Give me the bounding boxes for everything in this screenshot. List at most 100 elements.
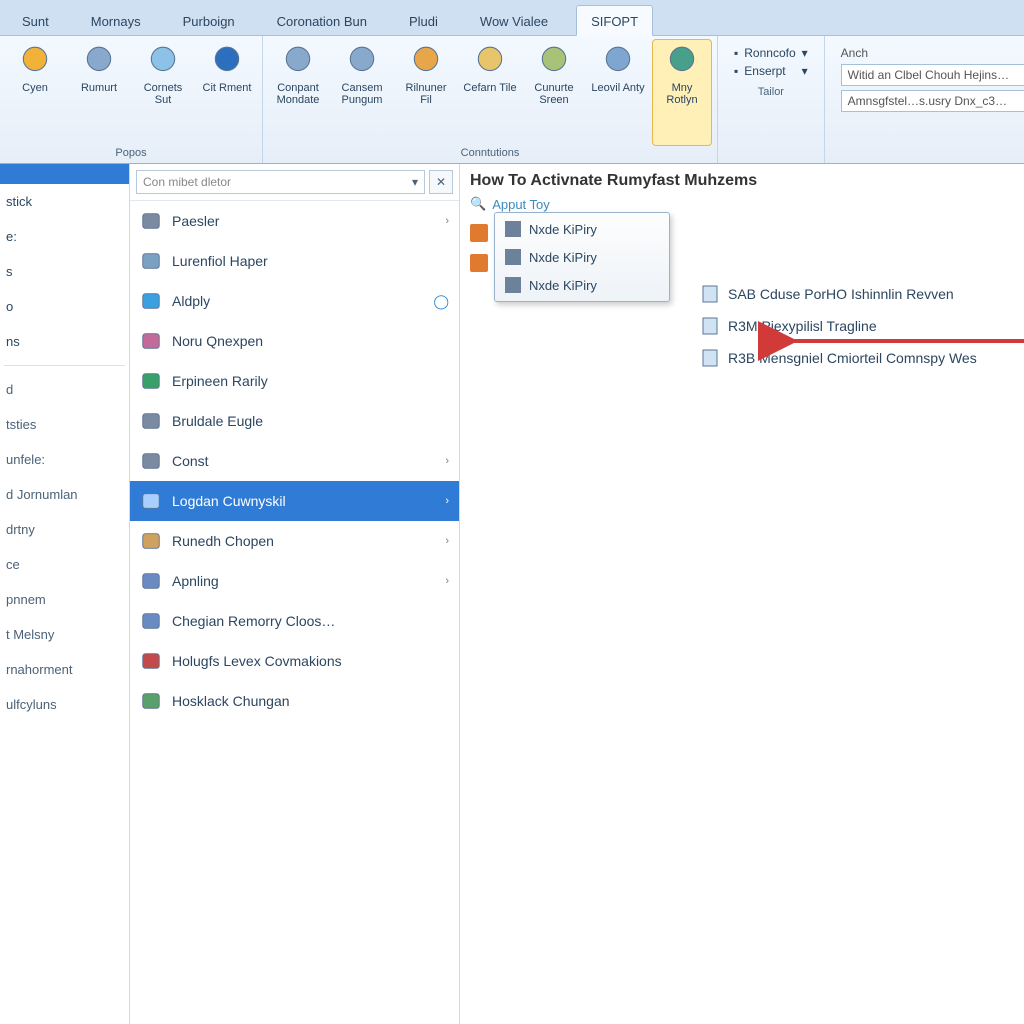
divider — [4, 365, 125, 366]
chevron-right-icon: › — [445, 455, 449, 467]
result-item[interactable]: SAB Cduse PorHO Ishinnlin Revven — [700, 278, 1014, 310]
flag-icon — [470, 254, 488, 272]
mid-list-item[interactable]: Hosklack Chungan — [130, 681, 459, 721]
context-flyout: Nxde KiPiryNxde KiPiryNxde KiPiry — [494, 212, 670, 302]
ribbon-tab[interactable]: SIFOPT — [576, 5, 653, 36]
ribbon-group-label: Popos — [6, 145, 256, 161]
ribbon-side-line[interactable]: ▪Ronncofo▾ — [734, 46, 808, 60]
leftnav-item[interactable]: ce — [0, 547, 129, 582]
mid-list-item-label: Noru Qnexpen — [172, 333, 263, 349]
leftnav-item[interactable]: e: — [0, 219, 129, 254]
doc-icon — [505, 249, 521, 265]
ribbon-tab[interactable]: Mornays — [77, 6, 155, 35]
ribbon-group-label: Tailor — [724, 84, 818, 100]
leftnav-item[interactable]: drtny — [0, 512, 129, 547]
ribbon-button[interactable]: Cyen — [6, 40, 64, 145]
doc-icon — [505, 221, 521, 237]
mid-list-item[interactable]: Holugfs Levex Covmakions — [130, 641, 459, 681]
ribbon-tab[interactable]: Pludi — [395, 6, 452, 35]
ribbon-group: ▪Ronncofo▾ ▪Enserpt▾ Tailor — [718, 36, 825, 163]
mid-list-item[interactable]: Bruldale Eugle — [130, 401, 459, 441]
ribbon-tab[interactable]: Purboign — [169, 6, 249, 35]
property-dropdown[interactable]: Amnsgfstel…s.usry Dnx_c3… — [841, 90, 1024, 112]
ribbon-button[interactable]: Conpant Mondate — [269, 40, 327, 145]
result-item[interactable]: R3B Mensgniel Cmiorteil Comnspy Wes — [700, 342, 1014, 374]
doc-icon — [505, 277, 521, 293]
result-item[interactable]: R3M Piexypilisl Tragline — [700, 310, 1014, 342]
mid-list-item[interactable]: Paesler› — [130, 201, 459, 241]
leftnav-item[interactable]: stick — [0, 184, 129, 219]
leftnav-item[interactable]: ns — [0, 324, 129, 359]
badge-icon: ◯ — [433, 293, 449, 310]
ribbon-button[interactable]: Cunurte Sreen — [525, 40, 583, 145]
page-subline-label: Apput Toy — [492, 197, 550, 212]
mid-list-item-label: Apnling — [172, 573, 219, 589]
mid-list-search-row: Con mibet dletor ✕ — [130, 164, 459, 201]
leftnav-item[interactable]: ulfcyluns — [0, 687, 129, 722]
ribbon-button[interactable]: Mny Rotlyn — [653, 40, 711, 145]
ribbon-side-line[interactable]: ▪Enserpt▾ — [734, 64, 808, 78]
mid-list-pane: Con mibet dletor ✕ Paesler› Lurenfiol Hap… — [130, 164, 460, 1024]
page-subline[interactable]: 🔍 Apput Toy — [470, 196, 1014, 212]
mid-list-item-label: Hosklack Chungan — [172, 693, 290, 709]
flyout-item[interactable]: Nxde KiPiry — [497, 243, 667, 271]
mid-list-item-label: Holugfs Levex Covmakions — [172, 653, 342, 669]
chevron-right-icon: › — [445, 575, 449, 587]
ribbon-tab[interactable]: Sunt — [8, 6, 63, 35]
ribbon-group: Conpant Mondate Cansem Pungum Rilnuner F… — [263, 36, 718, 163]
ribbon-button[interactable]: Cansem Pungum — [333, 40, 391, 145]
mid-list-body: Paesler› Lurenfiol Haper Aldply◯ Noru Qnexp… — [130, 201, 459, 1024]
page-title: How To Activnate Rumyfast Muhzems — [470, 172, 1014, 190]
mid-list-item[interactable]: Apnling › — [130, 561, 459, 601]
mid-list-item[interactable]: Noru Qnexpen — [130, 321, 459, 361]
search-icon: 🔍 — [470, 196, 486, 212]
mid-list-item[interactable]: Logdan Cuwnyskil › — [130, 481, 459, 521]
ribbon-tab[interactable]: Coronation Bun — [263, 6, 381, 35]
ribbon-button[interactable]: Leovil Anty — [589, 40, 647, 145]
result-item-label: R3M Piexypilisl Tragline — [728, 318, 877, 334]
ribbon-button[interactable]: Cit Rment — [198, 40, 256, 145]
leftnav-item[interactable]: unfele: — [0, 442, 129, 477]
leftnav-item[interactable] — [0, 164, 129, 184]
ribbon-button[interactable]: Rilnuner Fil — [397, 40, 455, 145]
mid-list-item-label: Const — [172, 453, 209, 469]
leftnav-item[interactable]: o — [0, 289, 129, 324]
doc-icon — [700, 348, 720, 368]
mid-list-item-label: Lurenfiol Haper — [172, 253, 268, 269]
chevron-right-icon: › — [445, 535, 449, 547]
flyout-item-label: Nxde KiPiry — [529, 278, 597, 293]
leftnav-item[interactable]: rnahorment — [0, 652, 129, 687]
mid-list-item[interactable]: Lurenfiol Haper — [130, 241, 459, 281]
leftnav-item[interactable]: t Melsny — [0, 617, 129, 652]
ribbon-body: Cyen Rumurt Cornets Sut Cit RmentPopos C… — [0, 36, 1024, 164]
ribbon-tab[interactable]: Wow Vialee — [466, 6, 562, 35]
flyout-item[interactable]: Nxde KiPiry — [497, 215, 667, 243]
ribbon-button[interactable]: Cornets Sut — [134, 40, 192, 145]
leftnav-item[interactable]: d — [0, 372, 129, 407]
search-input[interactable]: Con mibet dletor — [136, 170, 425, 194]
leftnav-item[interactable]: d Jornumlan — [0, 477, 129, 512]
ribbon-group: Cyen Rumurt Cornets Sut Cit RmentPopos — [0, 36, 263, 163]
leftnav-item[interactable]: pnnem — [0, 582, 129, 617]
chevron-right-icon: › — [445, 495, 449, 507]
mid-list-item[interactable]: Chegian Remorry Cloos… — [130, 601, 459, 641]
leftnav-item[interactable]: tsties — [0, 407, 129, 442]
mid-list-item-label: Logdan Cuwnyskil — [172, 493, 286, 509]
flyout-item[interactable]: Nxde KiPiry — [497, 271, 667, 299]
ribbon-tabstrip: Sunt Mornays Purboign Coronation Bun Pludi Wo… — [0, 0, 1024, 36]
property-dropdown[interactable]: Witid an Clbel Chouh Hejins… — [841, 64, 1024, 86]
mid-list-item[interactable]: Runedh Chopen› — [130, 521, 459, 561]
doc-icon — [700, 316, 720, 336]
ribbon-button[interactable]: Cefarn Tile — [461, 40, 519, 145]
doc-icon — [700, 284, 720, 304]
mid-list-item-label: Chegian Remorry Cloos… — [172, 613, 335, 629]
flag-icon — [470, 224, 488, 242]
search-clear-button[interactable]: ✕ — [429, 170, 453, 194]
leftnav-item[interactable]: s — [0, 254, 129, 289]
mid-list-item-label: Erpineen Rarily — [172, 373, 268, 389]
mid-list-item[interactable]: Erpineen Rarily — [130, 361, 459, 401]
ribbon-button[interactable]: Rumurt — [70, 40, 128, 145]
chevron-right-icon: › — [445, 215, 449, 227]
mid-list-item[interactable]: Const › — [130, 441, 459, 481]
mid-list-item[interactable]: Aldply◯ — [130, 281, 459, 321]
